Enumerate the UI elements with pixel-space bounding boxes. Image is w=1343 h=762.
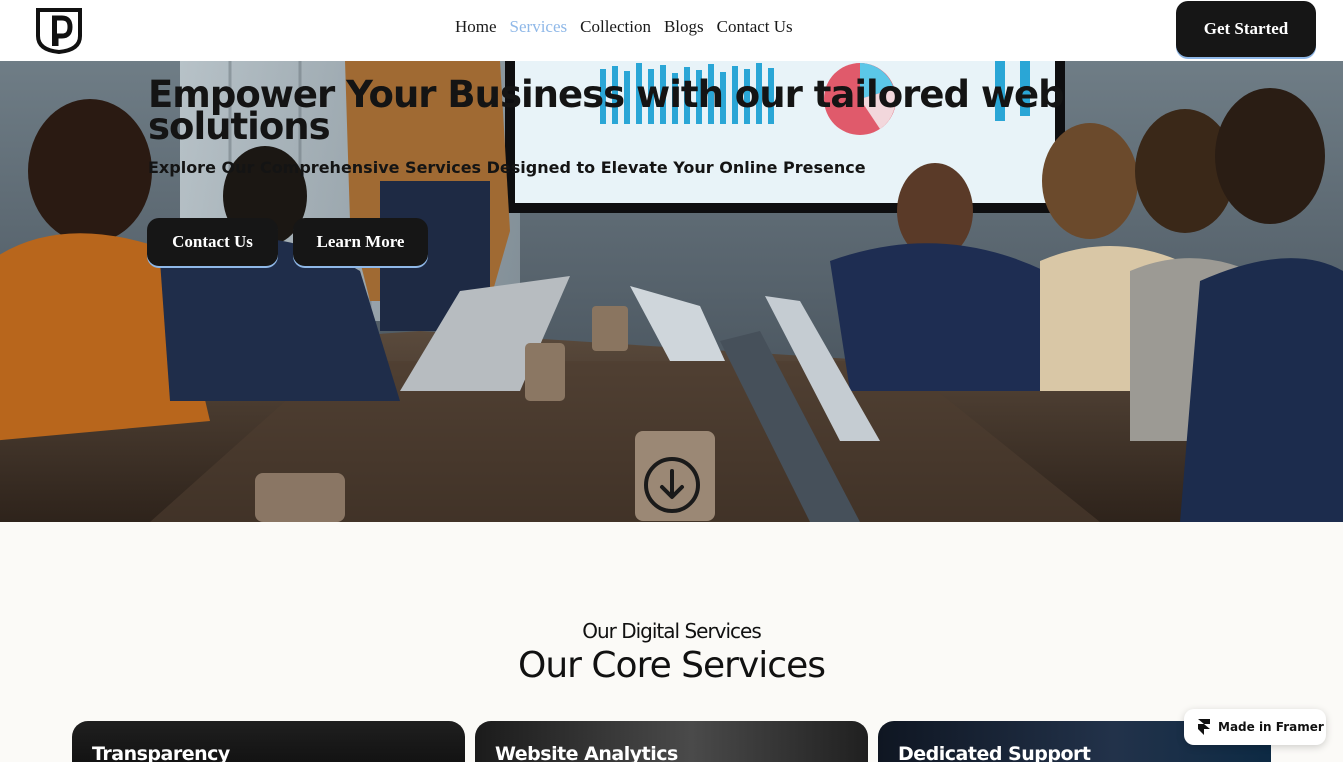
hero-heading: Empower Your Business with our tailored …	[148, 73, 1065, 148]
service-card-transparency[interactable]: Transparency	[72, 721, 465, 762]
services-title: Our Core Services	[518, 645, 826, 686]
learn-more-button[interactable]: Learn More	[293, 218, 428, 266]
main-menu: Home Services Collection Blogs Contact U…	[455, 17, 793, 37]
nav-link-blogs[interactable]: Blogs	[664, 17, 704, 37]
service-card-title: Website Analytics	[495, 743, 678, 762]
service-card-website-analytics[interactable]: Website Analytics	[475, 721, 868, 762]
hero-section: Empower Your Business with our tailored …	[0, 61, 1343, 522]
service-card-title: Transparency	[92, 743, 230, 762]
contact-us-button[interactable]: Contact Us	[147, 218, 278, 266]
nav-link-contact-us[interactable]: Contact Us	[717, 17, 793, 37]
nav-link-home[interactable]: Home	[455, 17, 497, 37]
top-navbar: Home Services Collection Blogs Contact U…	[0, 0, 1343, 61]
made-in-framer-badge[interactable]: Made in Framer	[1184, 709, 1326, 745]
service-card-title: Dedicated Support	[898, 743, 1091, 762]
get-started-button[interactable]: Get Started	[1176, 1, 1316, 57]
made-in-framer-label: Made in Framer	[1218, 720, 1324, 734]
nav-link-services[interactable]: Services	[510, 17, 568, 37]
brand-logo-icon[interactable]	[34, 6, 84, 54]
scroll-down-arrow-icon[interactable]	[643, 456, 701, 514]
nav-link-collection[interactable]: Collection	[580, 17, 651, 37]
hero-subheading: Explore Our Comprehensive Services Desig…	[148, 158, 866, 177]
framer-logo-icon	[1198, 719, 1210, 735]
services-eyebrow: Our Digital Services	[582, 619, 762, 643]
